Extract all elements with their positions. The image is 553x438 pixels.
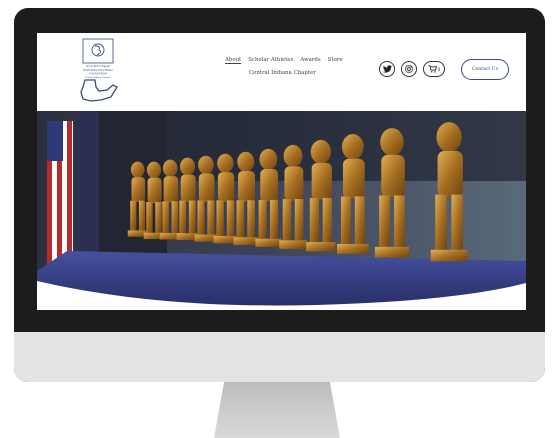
cart-icon[interactable]: 0: [423, 61, 445, 77]
logo-line-1: Circle Bowl Chapter: [86, 65, 111, 68]
nav-row-secondary: Central Indiana Chapter: [225, 70, 375, 76]
instagram-icon[interactable]: [401, 61, 417, 77]
website-screen: Circle Bowl Chapter NATIONAL FOOTBALL FO…: [37, 33, 526, 310]
logo-line-3: FOUNDATION: [89, 73, 107, 76]
hero-image-trophies: [37, 111, 526, 310]
site-header: Circle Bowl Chapter NATIONAL FOOTBALL FO…: [37, 33, 526, 111]
indiana-outline-icon: [80, 79, 118, 102]
cart-count: 0: [437, 66, 441, 72]
social-links: 0: [379, 61, 445, 77]
main-nav: About Scholar Athletes Awards Store Cent…: [225, 57, 375, 76]
logo-line-2: NATIONAL FOOTBALL: [83, 68, 114, 72]
nav-item-store[interactable]: Store: [328, 57, 343, 64]
nav-item-awards[interactable]: Awards: [300, 57, 320, 64]
monitor-chin: [14, 332, 545, 382]
nff-logo[interactable]: Circle Bowl Chapter NATIONAL FOOTBALL FO…: [73, 37, 125, 105]
logo-line-4: Central Indiana Chapter: [85, 76, 111, 79]
nav-item-scholar-athletes[interactable]: Scholar Athletes: [248, 57, 293, 64]
twitter-icon[interactable]: [379, 61, 395, 77]
nav-item-about[interactable]: About: [225, 57, 242, 64]
nav-row-primary: About Scholar Athletes Awards Store: [225, 57, 375, 64]
contact-us-button[interactable]: Contact Us: [461, 59, 509, 80]
monitor-stand: [214, 382, 340, 438]
nav-item-central-indiana-chapter[interactable]: Central Indiana Chapter: [249, 70, 316, 76]
